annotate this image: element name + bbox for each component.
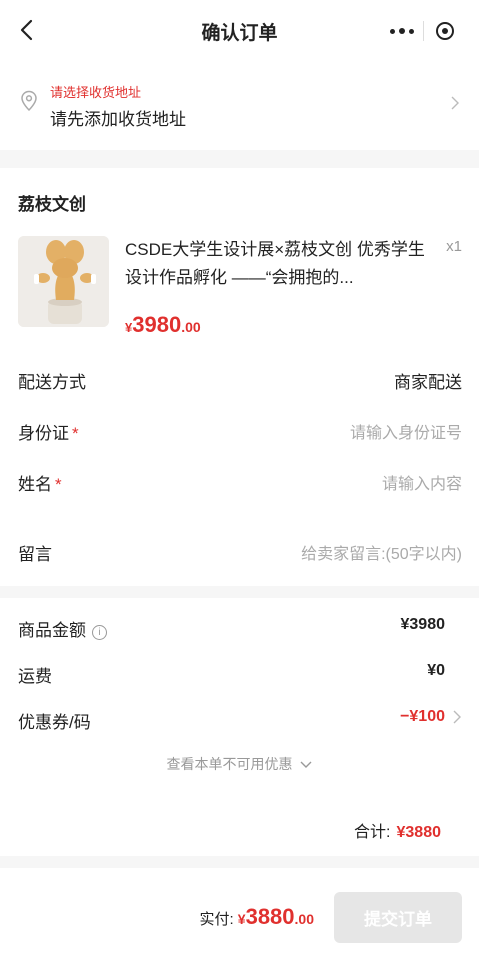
name-row: 姓名 * 请输入内容 xyxy=(18,470,462,494)
note-input[interactable]: 给卖家留言:(50字以内) xyxy=(301,540,462,564)
shipping-label: 运费 xyxy=(18,667,52,686)
address-hint: 请先添加收货地址 xyxy=(50,110,186,129)
product-image[interactable] xyxy=(18,236,109,327)
pay-decimal: .00 xyxy=(294,911,314,927)
id-card-label: 身份证 * xyxy=(18,424,79,443)
info-icon[interactable]: i xyxy=(92,625,107,640)
address-selector[interactable]: 请选择收货地址 请先添加收货地址 xyxy=(0,62,479,150)
product-quantity: x1 xyxy=(446,238,462,255)
required-mark: * xyxy=(72,424,79,443)
shop-name: 荔枝文创 xyxy=(18,195,86,214)
name-input[interactable]: 请输入内容 xyxy=(382,470,462,494)
shipping-row: 运费 ¥0 xyxy=(18,662,445,686)
price-summary-card: 商品金额 i ¥3980 运费 ¥0 优惠券/码 −¥100 查看本单不可用优惠 … xyxy=(0,598,479,856)
id-card-row: 身份证 * 请输入身份证号 xyxy=(18,419,462,443)
navigation-bar: 确认订单 xyxy=(0,0,479,62)
more-icon[interactable] xyxy=(381,14,423,48)
goods-amount-value: ¥3980 xyxy=(400,616,446,633)
submit-order-button[interactable]: 提交订单 xyxy=(334,892,462,943)
product-price: ¥3980.00 xyxy=(125,312,201,338)
price-integer: 3980 xyxy=(132,312,182,337)
coupon-row[interactable]: 优惠券/码 −¥100 xyxy=(18,708,445,732)
id-card-input[interactable]: 请输入身份证号 xyxy=(350,419,462,443)
unavailable-discounts-toggle[interactable]: 查看本单不可用优惠 xyxy=(0,754,479,774)
shipping-value: ¥0 xyxy=(427,662,445,679)
pay-currency: ¥ xyxy=(237,911,246,927)
note-row: 留言 给卖家留言:(50字以内) xyxy=(18,540,462,564)
checkout-bar: 实付: ¥3880.00 提交订单 xyxy=(0,868,479,960)
delivery-method-value: 商家配送 xyxy=(394,373,462,392)
order-total: 合计: ¥3880 xyxy=(354,818,441,842)
mini-program-capsule xyxy=(381,14,467,48)
total-value: ¥3880 xyxy=(396,824,442,841)
coupon-label: 优惠券/码 xyxy=(18,713,91,732)
delivery-method-row[interactable]: 配送方式 商家配送 xyxy=(18,368,462,392)
close-mini-program-icon[interactable] xyxy=(424,14,466,48)
chevron-right-icon xyxy=(451,96,459,115)
product-name[interactable]: CSDE大学生设计展×荔枝文创 优秀学生设计作品孵化 ——“会拥抱的... xyxy=(125,236,425,292)
chevron-down-icon xyxy=(300,761,312,768)
address-warning: 请选择收货地址 xyxy=(50,85,142,100)
location-pin-icon xyxy=(20,90,38,117)
note-label: 留言 xyxy=(18,545,52,564)
pay-integer: 3880 xyxy=(245,904,295,929)
price-decimal: .00 xyxy=(181,319,201,335)
goods-amount-label: 商品金额 i xyxy=(18,616,107,641)
pay-label: 实付: xyxy=(199,911,234,928)
goods-amount-row: 商品金额 i ¥3980 xyxy=(18,616,445,640)
amount-payable: 实付: ¥3880.00 xyxy=(199,904,314,930)
required-mark: * xyxy=(55,475,62,494)
coupon-value: −¥100 xyxy=(400,708,445,725)
delivery-method-label: 配送方式 xyxy=(18,373,86,392)
name-label: 姓名 * xyxy=(18,475,62,494)
chevron-right-icon[interactable] xyxy=(453,710,461,729)
order-item-card: 荔枝文创 CSDE大学生设计展×荔枝文创 优秀学生设计作品孵化 ——“会拥抱的.… xyxy=(0,168,479,586)
total-label: 合计: xyxy=(354,824,391,841)
